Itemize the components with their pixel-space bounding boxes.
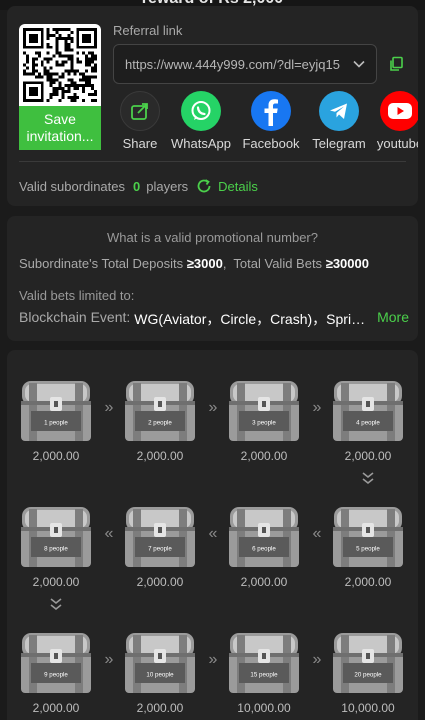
chest-amount: 2,000.00 — [344, 575, 392, 589]
arrow-right-icon: » — [104, 651, 114, 668]
treasure-chest[interactable]: 7 people — [123, 505, 197, 569]
requirements-row: Subordinate's Total Deposits ≥3000, Tota… — [19, 256, 369, 271]
svg-text:4 people: 4 people — [356, 420, 380, 427]
chest-amount: 2,000.00 — [136, 449, 184, 463]
arrow-left-icon: « — [208, 525, 218, 542]
blockchain-row: Blockchain Event: WG(Aviator，Circle，Cras… — [19, 309, 409, 329]
valid-subordinates-label: Valid subordinates — [19, 178, 125, 194]
invite-card: Save invitation... Referral link https:/… — [7, 6, 418, 206]
arrow-right-icon: » — [208, 399, 218, 416]
svg-text:9 people: 9 people — [44, 672, 68, 679]
promo-question: What is a valid promotional number? — [107, 230, 318, 245]
chevron-down-icon — [353, 60, 365, 68]
telegram-icon — [319, 91, 359, 131]
valid-subordinates-row: Valid subordinates 0 players Details — [19, 178, 258, 194]
facebook-icon — [251, 91, 291, 131]
whatsapp-icon — [181, 91, 221, 131]
referral-label: Referral link — [113, 23, 183, 38]
event-label: Blockchain Event: — [19, 309, 131, 325]
details-label: Details — [218, 178, 258, 194]
referral-link-field[interactable]: https://www.444y999.com/?dl=eyjq15 — [113, 44, 377, 84]
svg-text:6 people: 6 people — [252, 546, 276, 553]
chest-amount: 10,000.00 — [341, 701, 395, 715]
treasure-chest[interactable]: 20 people — [331, 631, 405, 695]
chest-amount: 2,000.00 — [32, 449, 80, 463]
chest-amount: 2,000.00 — [32, 701, 80, 715]
svg-text:10 people: 10 people — [146, 672, 174, 679]
arrow-down-icon — [46, 597, 66, 616]
share-row: Share WhatsApp Facebook Telegram youtube — [111, 91, 418, 151]
treasure-chest[interactable]: 15 people — [227, 631, 301, 695]
divider — [19, 161, 406, 162]
chest-amount: 2,000.00 — [136, 575, 184, 589]
whatsapp-button[interactable]: WhatsApp — [161, 91, 241, 151]
qr-code — [19, 24, 101, 106]
deposit-label: Subordinate's Total Deposits — [19, 256, 184, 271]
youtube-label: youtube — [376, 136, 418, 151]
svg-text:3 people: 3 people — [252, 420, 276, 427]
chest-amount: 2,000.00 — [32, 575, 80, 589]
treasure-chest[interactable]: 9 people — [19, 631, 93, 695]
svg-text:15 people: 15 people — [250, 672, 278, 679]
youtube-button[interactable]: youtube — [360, 91, 418, 151]
treasure-chest[interactable]: 4 people — [331, 379, 405, 443]
arrow-left-icon: « — [104, 525, 114, 542]
qr-box: Save invitation... — [19, 24, 101, 156]
treasure-chest[interactable]: 2 people — [123, 379, 197, 443]
arrow-right-icon: » — [104, 399, 114, 416]
arrow-down-icon — [358, 471, 378, 490]
youtube-icon — [380, 91, 418, 131]
valid-subordinates-count: 0 — [133, 178, 141, 194]
promo-rules-card: What is a valid promotional number? Subo… — [7, 216, 418, 341]
chest-amount: 2,000.00 — [136, 701, 184, 715]
svg-text:5 people: 5 people — [356, 546, 380, 553]
refresh-icon — [197, 179, 211, 193]
share-icon — [120, 91, 160, 131]
chest-amount: 10,000.00 — [237, 701, 291, 715]
bets-value: ≥30000 — [325, 256, 369, 271]
arrow-right-icon: » — [312, 651, 322, 668]
deposit-value: ≥3000 — [186, 256, 223, 271]
save-invitation-button[interactable]: Save invitation... — [19, 106, 101, 150]
bets-label: Total Valid Bets — [233, 256, 323, 271]
svg-text:7 people: 7 people — [148, 546, 172, 553]
svg-text:2 people: 2 people — [148, 420, 172, 427]
more-link[interactable]: More — [377, 309, 409, 329]
chest-amount: 2,000.00 — [240, 575, 288, 589]
treasure-chest[interactable]: 8 people — [19, 505, 93, 569]
arrow-right-icon: » — [208, 651, 218, 668]
treasure-chest[interactable]: 10 people — [123, 631, 197, 695]
players-unit: players — [146, 178, 189, 194]
chest-amount: 2,000.00 — [240, 449, 288, 463]
copy-icon[interactable] — [388, 56, 404, 72]
svg-text:1 people: 1 people — [44, 420, 68, 427]
referral-url: https://www.444y999.com/?dl=eyjq15 — [125, 56, 340, 72]
details-link[interactable]: Details — [196, 178, 258, 194]
svg-text:8 people: 8 people — [44, 546, 68, 553]
svg-text:20 people: 20 people — [354, 672, 382, 679]
treasure-chest[interactable]: 6 people — [227, 505, 301, 569]
treasure-chest[interactable]: 5 people — [331, 505, 405, 569]
limit-label: Valid bets limited to: — [19, 288, 135, 303]
arrow-left-icon: « — [312, 525, 322, 542]
treasure-chest[interactable]: 3 people — [227, 379, 301, 443]
chest-amount: 2,000.00 — [344, 449, 392, 463]
whatsapp-label: WhatsApp — [171, 136, 231, 151]
arrow-right-icon: » — [312, 399, 322, 416]
reward-chests-card: 1 people 2,000.00 2 people 2,000.00 3 people… — [7, 350, 418, 720]
treasure-chest[interactable]: 1 people — [19, 379, 93, 443]
event-value: WG(Aviator，Circle，Crash)，Spribe(Mines，Pl… — [134, 311, 372, 327]
